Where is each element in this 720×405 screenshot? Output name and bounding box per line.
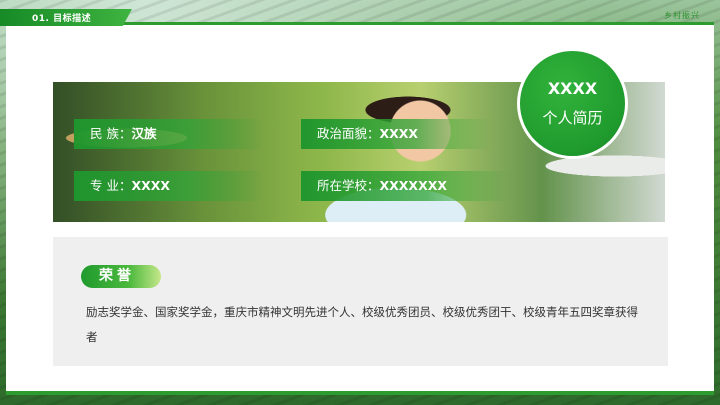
- field-value: 汉族: [131, 126, 157, 141]
- field-label: 所在学校：: [317, 178, 380, 193]
- field-label: 政治面貌：: [317, 126, 380, 141]
- field-political-status: 政治面貌：XXXX: [301, 119, 491, 149]
- section-tab: 01. 目标描述: [0, 9, 132, 26]
- resume-badge: XXXX 个人简历: [517, 48, 628, 159]
- field-major: 专 业：XXXX: [74, 171, 264, 201]
- badge-subtitle: 个人简历: [542, 109, 603, 127]
- field-label: 专 业：: [90, 178, 132, 193]
- field-value: XXXXXXX: [379, 178, 447, 193]
- honors-text: 励志奖学金、国家奖学金，重庆市精神文明先进个人、校级优秀团员、校级优秀团干、校级…: [86, 305, 638, 344]
- field-ethnicity: 民 族：汉族: [74, 119, 264, 149]
- top-right-label: 乡村振兴: [664, 11, 700, 20]
- honors-title: 荣誉: [81, 265, 161, 288]
- field-value: XXXX: [379, 126, 419, 141]
- field-label: 民 族：: [90, 126, 132, 141]
- badge-title: XXXX: [547, 79, 598, 98]
- card-bottom-divider: [6, 391, 714, 395]
- section-label: 01. 目标描述: [32, 14, 92, 24]
- field-value: XXXX: [131, 178, 171, 193]
- field-school: 所在学校：XXXXXXX: [301, 171, 511, 201]
